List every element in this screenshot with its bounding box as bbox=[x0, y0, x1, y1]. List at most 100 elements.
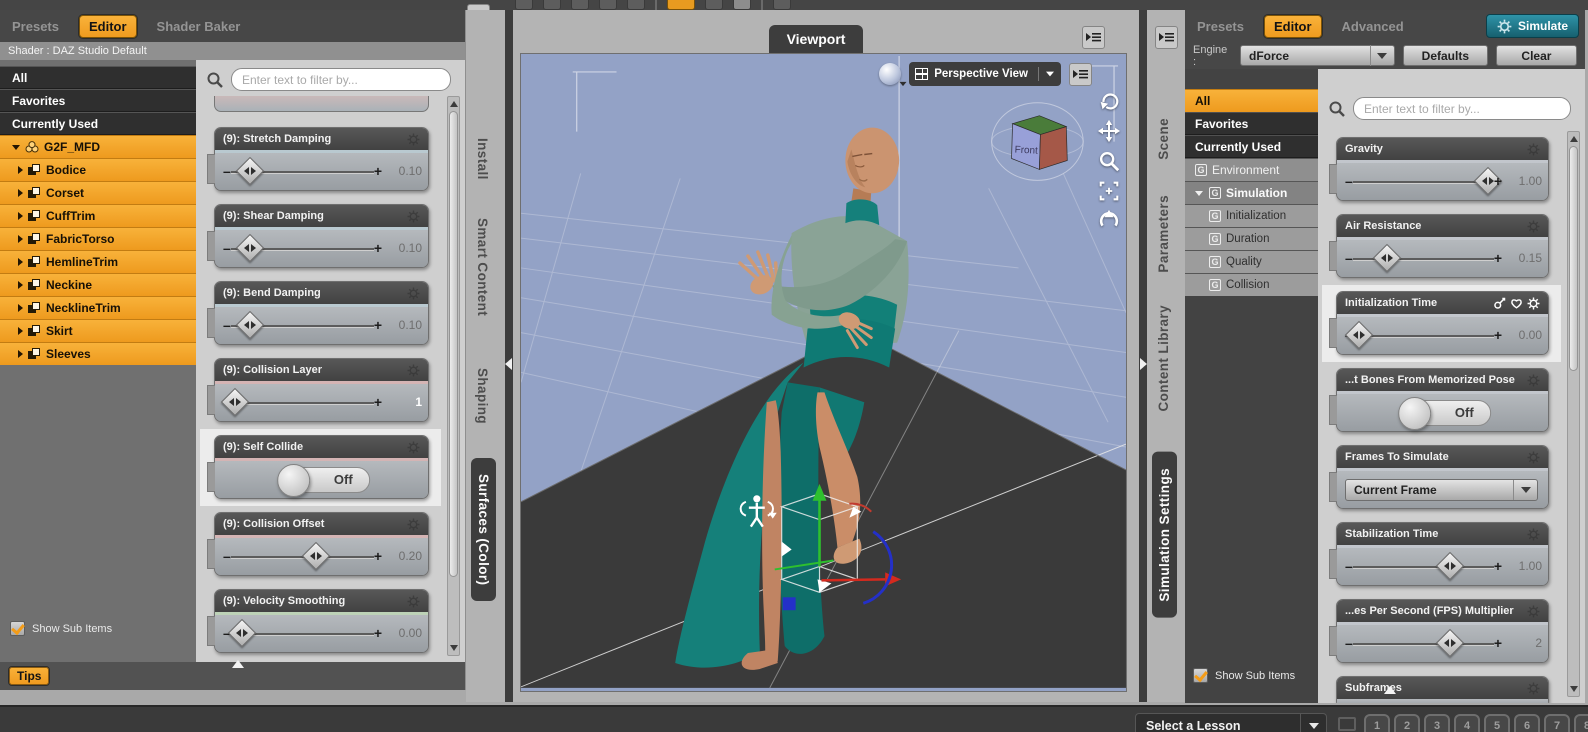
toggle-knob[interactable] bbox=[1397, 397, 1431, 430]
cube-icon[interactable] bbox=[773, 0, 791, 10]
list-item-surface[interactable]: NecklineTrim bbox=[0, 296, 196, 319]
pan-icon[interactable] bbox=[1096, 118, 1122, 144]
list-item-initialization[interactable]: G Initialization bbox=[1185, 204, 1318, 227]
slider-handle[interactable] bbox=[1435, 628, 1465, 658]
caret-down-icon[interactable] bbox=[12, 144, 20, 150]
collapse-left-icon[interactable] bbox=[505, 358, 512, 370]
list-item-duration[interactable]: G Duration bbox=[1185, 227, 1318, 250]
zoom-icon[interactable] bbox=[1096, 148, 1122, 174]
slider-increment[interactable]: + bbox=[1494, 327, 1502, 343]
caret-right-icon[interactable] bbox=[18, 212, 23, 220]
tab-shader-baker[interactable]: Shader Baker bbox=[157, 19, 241, 34]
anchor-b-icon[interactable] bbox=[627, 0, 645, 10]
figure-pair-icon[interactable] bbox=[571, 0, 589, 10]
gear-icon[interactable] bbox=[403, 133, 420, 146]
slider-increment[interactable]: + bbox=[374, 240, 382, 256]
filter-input-right[interactable] bbox=[1353, 97, 1571, 120]
shaded-sphere-icon[interactable] bbox=[879, 63, 907, 87]
toggle-switch[interactable]: Off bbox=[1397, 397, 1491, 430]
frame-icon[interactable] bbox=[1096, 178, 1122, 204]
slider-increment[interactable]: + bbox=[374, 625, 382, 641]
slider-decrement[interactable]: – bbox=[223, 163, 231, 179]
slider-decrement[interactable]: – bbox=[223, 548, 231, 564]
slider-increment[interactable]: + bbox=[374, 317, 382, 333]
simulate-button[interactable]: Simulate bbox=[1485, 14, 1579, 38]
slider-handle[interactable] bbox=[1435, 551, 1465, 581]
lesson-dropdown[interactable]: Select a Lesson bbox=[1135, 713, 1327, 732]
gear-icon[interactable] bbox=[403, 210, 420, 223]
caret-right-icon[interactable] bbox=[18, 189, 23, 197]
pane-splitter-right[interactable] bbox=[1139, 10, 1147, 702]
gear-icon[interactable] bbox=[1523, 682, 1540, 695]
toggle-knob[interactable] bbox=[276, 464, 310, 497]
collapse-right-icon[interactable] bbox=[1140, 358, 1147, 370]
gear-icon[interactable] bbox=[403, 364, 420, 377]
scrollbar-thumb[interactable] bbox=[1569, 146, 1578, 371]
list-item-group[interactable]: G2F_MFD bbox=[0, 135, 196, 158]
lesson-page-button[interactable]: 8 bbox=[1574, 714, 1588, 732]
plane-icon[interactable] bbox=[543, 0, 561, 10]
list-item-favorites[interactable]: Favorites bbox=[1185, 112, 1318, 135]
dock-tab-parameters[interactable]: Parameters bbox=[1156, 195, 1171, 273]
viewport-canvas[interactable]: Front Perspective View bbox=[520, 53, 1127, 692]
list-item-surface[interactable]: Skirt bbox=[0, 319, 196, 342]
slider-increment[interactable]: + bbox=[1494, 558, 1502, 574]
tips-button[interactable]: Tips bbox=[8, 666, 51, 686]
caret-right-icon[interactable] bbox=[18, 350, 23, 358]
lesson-page-button[interactable]: 7 bbox=[1544, 714, 1570, 732]
pane-splitter-left[interactable] bbox=[505, 10, 513, 702]
lesson-page-button[interactable]: 4 bbox=[1454, 714, 1480, 732]
gear-icon[interactable] bbox=[1523, 143, 1540, 156]
clear-button[interactable]: Clear bbox=[1495, 45, 1578, 66]
gear-icon[interactable] bbox=[1523, 220, 1540, 233]
caret-down-icon[interactable] bbox=[1195, 190, 1203, 196]
slider-track[interactable] bbox=[1353, 181, 1494, 183]
caret-right-icon[interactable] bbox=[18, 281, 23, 289]
list-item-collision[interactable]: G Collision bbox=[1185, 273, 1318, 296]
tab-editor[interactable]: Editor bbox=[1263, 14, 1322, 38]
scrollbar-thumb[interactable] bbox=[449, 111, 458, 577]
caret-right-icon[interactable] bbox=[18, 327, 23, 335]
list-item-surface[interactable]: Bodice bbox=[0, 158, 196, 181]
orbit-icon[interactable] bbox=[1096, 88, 1122, 114]
slider-handle[interactable] bbox=[221, 387, 250, 417]
list-item-surface[interactable]: Sleeves bbox=[0, 342, 196, 365]
show-sub-items-right[interactable]: Show Sub Items bbox=[1193, 668, 1295, 683]
slider-track[interactable] bbox=[1353, 566, 1494, 568]
gear-icon[interactable] bbox=[403, 287, 420, 300]
value-dropdown[interactable]: Current Frame bbox=[1345, 479, 1538, 501]
active-tool-icon[interactable] bbox=[667, 0, 695, 10]
lesson-page-button[interactable]: 5 bbox=[1484, 714, 1510, 732]
heart-icon[interactable] bbox=[1506, 297, 1523, 310]
dock-tab-content-library[interactable]: Content Library bbox=[1156, 305, 1171, 412]
scrollbar-right[interactable] bbox=[1567, 131, 1580, 697]
caret-right-icon[interactable] bbox=[18, 258, 23, 266]
slider-handle[interactable] bbox=[227, 618, 256, 648]
viewport-pane-menu-icon[interactable] bbox=[1082, 26, 1105, 49]
export-icon[interactable] bbox=[515, 0, 533, 10]
toggle-switch[interactable]: Off bbox=[276, 464, 370, 497]
lesson-page-button[interactable]: 2 bbox=[1394, 714, 1420, 732]
checkbox-icon[interactable] bbox=[10, 621, 25, 636]
list-item-environment[interactable]: G Environment bbox=[1185, 158, 1318, 181]
viewport-tab[interactable]: Viewport bbox=[769, 25, 863, 53]
panel-menu-icon[interactable] bbox=[1155, 26, 1178, 49]
sphere-icon[interactable] bbox=[733, 0, 751, 10]
modifier-icon[interactable] bbox=[1489, 297, 1506, 310]
slider-increment[interactable]: + bbox=[1494, 635, 1502, 651]
slider-track[interactable] bbox=[1353, 335, 1494, 337]
tab-advanced[interactable]: Advanced bbox=[1342, 19, 1404, 34]
slider-increment[interactable]: + bbox=[1494, 250, 1502, 266]
dock-tab-simulation-settings[interactable]: Simulation Settings bbox=[1152, 452, 1177, 618]
slider-increment[interactable]: + bbox=[374, 163, 382, 179]
defaults-button[interactable]: Defaults bbox=[1402, 45, 1488, 66]
checkbox-icon[interactable] bbox=[1193, 668, 1208, 683]
gear-icon[interactable] bbox=[403, 595, 420, 608]
filter-input-left[interactable] bbox=[231, 68, 451, 91]
slider-handle[interactable] bbox=[302, 541, 331, 571]
list-item-simulation[interactable]: G Simulation bbox=[1185, 181, 1318, 204]
slider-handle[interactable] bbox=[1345, 320, 1374, 350]
list-item-surface[interactable]: Corset bbox=[0, 181, 196, 204]
dock-tab-install[interactable]: Install bbox=[475, 138, 490, 180]
slider-handle[interactable] bbox=[1372, 243, 1401, 273]
